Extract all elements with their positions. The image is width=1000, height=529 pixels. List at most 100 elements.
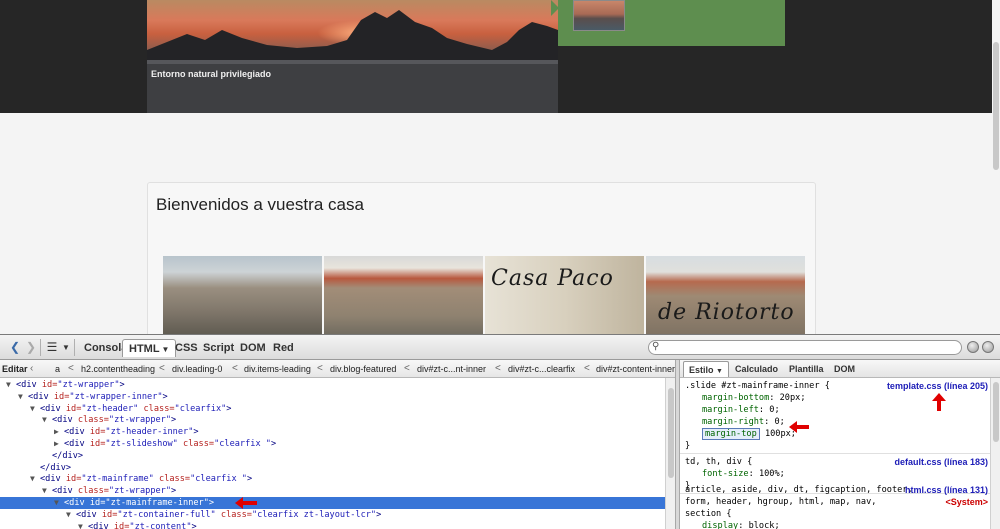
rule-selector[interactable]: article, aside, div, dt, figcaption, foo… <box>685 484 913 496</box>
expand-down-icon[interactable]: ▼ <box>6 379 16 391</box>
css-property-name-editor[interactable]: margin-top <box>702 428 760 440</box>
attr-value[interactable]: "clearfix " <box>214 439 271 449</box>
tree-node[interactable]: ▼ <div id="zt-wrapper-inner"> <box>0 391 665 403</box>
expand-down-icon[interactable]: ▼ <box>42 485 52 497</box>
tree-node[interactable]: ▼ <div id="zt-wrapper"> <box>0 379 665 391</box>
css-property[interactable]: display: block; <box>702 520 780 529</box>
tab-plantilla[interactable]: Plantilla <box>784 361 829 377</box>
rule-source-link[interactable]: default.css (línea 183) <box>894 456 988 468</box>
page-scrollbar[interactable] <box>992 0 1000 334</box>
tree-node[interactable]: ▶ <div id="zt-header-inner"> <box>0 426 665 438</box>
attr-value[interactable]: "zt-header" <box>81 404 138 414</box>
breadcrumb-item[interactable]: div#zt-c...nt-inner <box>417 364 486 374</box>
tree-scrollbar[interactable] <box>665 378 675 529</box>
attr-value[interactable]: "zt-container-full" <box>117 510 215 520</box>
breadcrumb-item[interactable]: div.items-leading <box>244 364 311 374</box>
menu-list-icon[interactable]: ☰ <box>45 339 59 355</box>
tree-scrollbar-thumb[interactable] <box>668 388 674 478</box>
breadcrumb-item[interactable]: div#zt-c...clearfix <box>508 364 575 374</box>
breadcrumb-item[interactable]: div.leading-0 <box>172 364 222 374</box>
attr-value[interactable]: "zt-header-inner" <box>105 427 193 437</box>
close-icon[interactable] <box>982 341 994 353</box>
attr-name[interactable]: class= <box>73 486 109 496</box>
tree-node[interactable]: ▼ <div class="zt-wrapper"> <box>0 485 665 497</box>
attr-name[interactable]: id= <box>61 474 82 484</box>
attr-name[interactable]: id= <box>85 439 106 449</box>
attr-name[interactable]: id= <box>109 522 130 529</box>
attr-name[interactable]: class= <box>73 415 109 425</box>
attr-value[interactable]: "zt-mainframe-inner" <box>105 498 208 508</box>
collapse-right-icon[interactable]: ▶ <box>54 438 64 450</box>
attr-value[interactable]: "zt-wrapper-inner" <box>69 392 162 402</box>
tree-node[interactable]: </div> <box>0 450 665 462</box>
attr-value[interactable]: "zt-mainframe" <box>81 474 153 484</box>
expand-down-icon[interactable]: ▼ <box>54 497 64 509</box>
styles-scrollbar-thumb[interactable] <box>993 382 999 442</box>
rule-source-link[interactable]: template.css (línea 205) <box>887 380 988 392</box>
attr-value[interactable]: "zt-content" <box>129 522 191 529</box>
breadcrumb-item[interactable]: div#zt-content-inner <box>596 364 675 374</box>
inspect-forward-icon[interactable]: ❯ <box>24 339 38 355</box>
slideshow-thumbnail[interactable] <box>573 0 625 31</box>
attr-value[interactable]: "zt-wrapper" <box>109 486 171 496</box>
rule-selector[interactable]: td, th, div { <box>685 456 752 468</box>
attr-name[interactable]: id= <box>37 380 58 390</box>
tree-node[interactable]: </div> <box>0 462 665 474</box>
search-icon: ⚲ <box>652 341 660 352</box>
menu-caret-icon[interactable]: ▼ <box>62 339 70 355</box>
search-input[interactable]: ⚲ <box>648 340 962 355</box>
tree-node[interactable]: ▼ <div id="zt-mainframe" class="clearfix … <box>0 473 665 485</box>
expand-down-icon[interactable]: ▼ <box>30 473 40 485</box>
content-heading[interactable]: Bienvenidos a vuestra casa <box>156 195 364 215</box>
css-property[interactable]: margin-left: 0; <box>702 404 780 416</box>
attr-value[interactable]: "zt-wrapper" <box>109 415 171 425</box>
expand-down-icon[interactable]: ▼ <box>30 403 40 415</box>
tab-side-dom[interactable]: DOM <box>829 361 860 377</box>
styles-scrollbar[interactable] <box>990 378 1000 529</box>
attr-name[interactable]: id= <box>97 510 118 520</box>
header-gallery: Casa Paco de Riotorto <box>163 256 805 334</box>
tab-estilo[interactable]: Estilo ▼ <box>683 361 729 377</box>
attr-name[interactable]: class= <box>178 439 214 449</box>
css-property[interactable]: margin-right: 0; <box>702 416 785 428</box>
tab-calculado[interactable]: Calculado <box>730 361 783 377</box>
expand-down-icon[interactable]: ▼ <box>18 391 28 403</box>
attr-name[interactable]: id= <box>85 498 106 508</box>
page-scrollbar-thumb[interactable] <box>993 42 999 170</box>
css-property[interactable]: margin-bottom: 20px; <box>702 392 806 404</box>
attr-value[interactable]: "zt-wrapper" <box>57 380 119 390</box>
tree-node[interactable]: ▼ <div class="zt-wrapper"> <box>0 414 665 426</box>
attr-name[interactable]: id= <box>49 392 70 402</box>
attr-name[interactable]: id= <box>61 404 82 414</box>
breadcrumb-item[interactable]: h2.contentheading <box>81 364 155 374</box>
tree-node[interactable]: ▼ <div id="zt-container-full" class="clea… <box>0 509 665 521</box>
css-property-highlighted[interactable]: margin-top 100px; <box>702 428 796 440</box>
attr-name[interactable]: id= <box>85 427 106 437</box>
attr-name[interactable]: class= <box>138 404 175 414</box>
minimize-icon[interactable] <box>967 341 979 353</box>
tab-red[interactable]: Red <box>267 339 300 357</box>
rule-selector[interactable]: .slide #zt-mainframe-inner { <box>685 380 830 392</box>
tree-node[interactable]: ▼ <div id="zt-header" class="clearfix"> <box>0 403 665 415</box>
expand-down-icon[interactable]: ▼ <box>42 414 52 426</box>
attr-name[interactable]: class= <box>154 474 190 484</box>
attr-value[interactable]: "clearfix " <box>190 474 247 484</box>
collapse-right-icon[interactable]: ▶ <box>54 426 64 438</box>
breadcrumb-scroll-left-icon[interactable]: ‹ <box>30 363 33 374</box>
tree-node[interactable]: ▼ <div id="zt-content"> <box>0 521 665 529</box>
inspect-back-icon[interactable]: ❮ <box>8 339 22 355</box>
edit-button[interactable]: Editar <box>2 364 28 374</box>
slideshow-image[interactable]: Entorno natural privilegiado <box>147 0 558 113</box>
expand-down-icon[interactable]: ▼ <box>78 521 88 529</box>
breadcrumb-item[interactable]: a <box>55 364 60 374</box>
attr-name[interactable]: class= <box>216 510 252 520</box>
attr-value[interactable]: "clearfix" <box>175 404 227 414</box>
tree-node-selected[interactable]: ▼ <div id="zt-mainframe-inner"> <box>0 497 665 509</box>
expand-down-icon[interactable]: ▼ <box>66 509 76 521</box>
breadcrumb-item[interactable]: div.blog-featured <box>330 364 396 374</box>
css-property[interactable]: font-size: 100%; <box>702 468 785 480</box>
attr-value[interactable]: "clearfix zt-layout-lcr" <box>252 510 376 520</box>
rule-source-link[interactable]: html.css (línea 131) <box>905 484 988 496</box>
attr-value[interactable]: "zt-slideshow" <box>105 439 177 449</box>
tree-node[interactable]: ▶ <div id="zt-slideshow" class="clearfix … <box>0 438 665 450</box>
